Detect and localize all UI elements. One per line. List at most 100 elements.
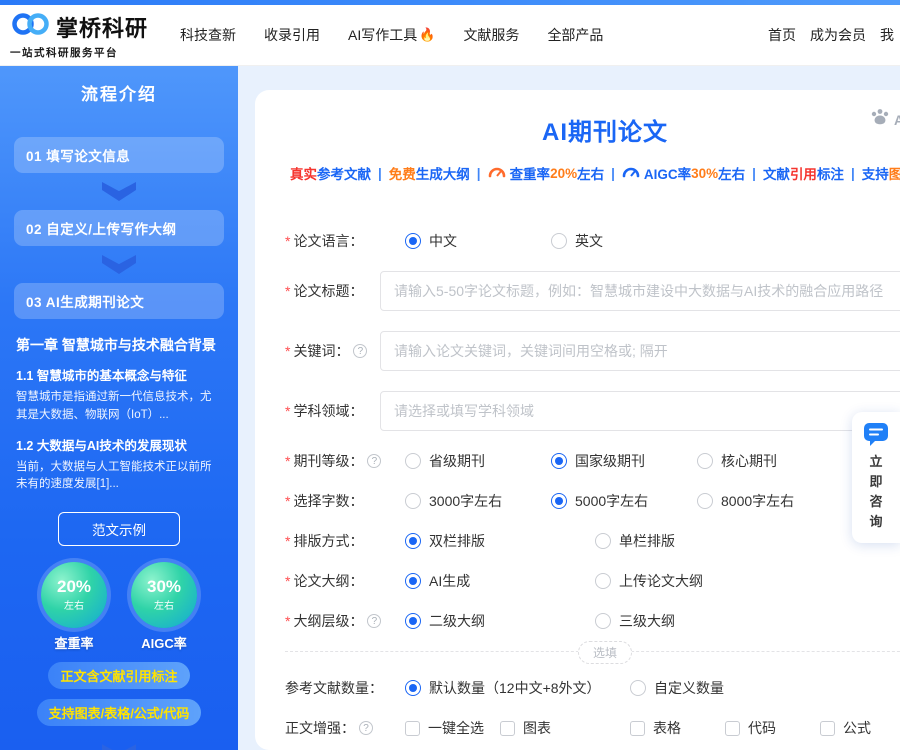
radio-journal-national[interactable]: 国家级期刊 bbox=[551, 451, 697, 471]
logo-icon bbox=[10, 11, 52, 42]
sidebar-title: 流程介绍 bbox=[14, 80, 224, 105]
form-row-references: 参考文献数量： 默认数量（12中文+8外文） 自定义数量 bbox=[285, 678, 900, 698]
radio-icon[interactable] bbox=[405, 493, 421, 509]
form-label-enhance: 正文增强： ? bbox=[285, 718, 380, 738]
checkbox-icon[interactable] bbox=[630, 721, 645, 736]
radio-words-3000[interactable]: 3000字左右 bbox=[405, 491, 551, 511]
form-row-journal-level: *期刊等级： ? 省级期刊 国家级期刊 核心期刊 bbox=[285, 451, 900, 471]
radio-icon[interactable] bbox=[405, 233, 421, 249]
radio-journal-provincial[interactable]: 省级期刊 bbox=[405, 451, 551, 471]
radio-icon[interactable] bbox=[405, 533, 421, 549]
consult-button[interactable]: 立即咨询 bbox=[852, 412, 900, 543]
badge-circle: 30% 左右 bbox=[131, 562, 197, 628]
optional-divider: 选填 bbox=[285, 651, 900, 652]
page-title: AI期刊论文 bbox=[255, 112, 900, 147]
radio-icon[interactable] bbox=[405, 453, 421, 469]
radio-icon[interactable] bbox=[405, 680, 421, 696]
radio-icon[interactable] bbox=[697, 493, 713, 509]
feature-pill-support: 支持图表/表格/公式/代码 bbox=[37, 699, 202, 726]
form-row-outline: *论文大纲： AI生成 上传论文大纲 bbox=[285, 571, 900, 591]
nav-item-literature-service[interactable]: 文献服务 bbox=[463, 25, 519, 45]
radio-language-chinese[interactable]: 中文 bbox=[405, 231, 551, 251]
sample-section-heading: 1.1 智慧城市的基本概念与特征 bbox=[16, 365, 222, 384]
arrow-down-icon bbox=[102, 255, 136, 274]
radio-icon[interactable] bbox=[595, 613, 611, 629]
radio-icon[interactable] bbox=[551, 453, 567, 469]
arrow-down-icon bbox=[102, 744, 136, 750]
checkbox-chart[interactable]: 图表 bbox=[500, 718, 630, 738]
paw-icon bbox=[870, 108, 890, 129]
nav-item-all-products[interactable]: 全部产品 bbox=[547, 25, 603, 45]
keywords-input[interactable] bbox=[380, 331, 900, 371]
sample-paper-button[interactable]: 范文示例 bbox=[58, 512, 180, 546]
radio-icon[interactable] bbox=[697, 453, 713, 469]
radio-journal-core[interactable]: 核心期刊 bbox=[697, 451, 777, 471]
help-icon[interactable]: ? bbox=[353, 344, 367, 358]
radio-outline-three-level[interactable]: 三级大纲 bbox=[595, 611, 675, 631]
form-label-word-count: *选择字数： bbox=[285, 491, 380, 511]
title-input[interactable] bbox=[380, 271, 900, 311]
checkbox-select-all[interactable]: 一键全选 bbox=[405, 718, 500, 738]
main-nav: 科技查新 收录引用 AI写作工具🔥 文献服务 全部产品 bbox=[180, 25, 603, 45]
header: 掌桥科研 一站式科研服务平台 科技查新 收录引用 AI写作工具🔥 文献服务 全部… bbox=[0, 5, 900, 66]
checkbox-code[interactable]: 代码 bbox=[725, 718, 820, 738]
radio-outline-two-level[interactable]: 二级大纲 bbox=[405, 611, 595, 631]
link-become-member[interactable]: 成为会员 bbox=[810, 25, 866, 45]
sample-chapter-title: 第一章 智慧城市与技术融合背景 bbox=[16, 335, 222, 355]
radio-icon[interactable] bbox=[405, 613, 421, 629]
radio-refs-default[interactable]: 默认数量（12中文+8外文） bbox=[405, 678, 630, 698]
checkbox-icon[interactable] bbox=[500, 721, 515, 736]
logo-subtitle: 一站式科研服务平台 bbox=[10, 45, 148, 60]
form-row-outline-level: *大纲层级： ? 二级大纲 三级大纲 bbox=[285, 611, 900, 631]
sample-section-text: 智慧城市是指通过新一代信息技术，尤其是大数据、物联网（IoT）... bbox=[16, 389, 222, 425]
feature-bar: 真实参考文献 | 免费生成大纲 | 查重率20%左右 | AIGC率30% 左右… bbox=[290, 163, 900, 183]
form-label-keywords: *关键词： ? bbox=[285, 341, 380, 361]
radio-language-english[interactable]: 英文 bbox=[551, 231, 603, 251]
header-right: 首页 成为会员 我 bbox=[768, 25, 894, 45]
consult-label: 立即咨询 bbox=[852, 452, 900, 533]
radio-icon[interactable] bbox=[551, 233, 567, 249]
watermark-name: AI工具集 bbox=[894, 109, 900, 129]
gauge-icon-aigc bbox=[622, 165, 640, 181]
flow-step-2: 02 自定义/上传写作大纲 bbox=[14, 210, 224, 246]
radio-outline-upload[interactable]: 上传论文大纲 bbox=[595, 571, 703, 591]
radio-icon[interactable] bbox=[630, 680, 646, 696]
paper-form: *论文语言： 中文 英文 *论文标题： bbox=[255, 231, 900, 738]
optional-tag: 选填 bbox=[578, 641, 632, 664]
form-row-enhance: 正文增强： ? 一键全选 图表 表格 bbox=[285, 718, 900, 738]
radio-layout-one-column[interactable]: 单栏排版 bbox=[595, 531, 675, 551]
checkbox-table[interactable]: 表格 bbox=[630, 718, 725, 738]
radio-icon[interactable] bbox=[595, 573, 611, 589]
main-card: ai-bot.cn AI工具集 AI期刊论文 真实参考文献 | 免费生成大纲 | bbox=[255, 90, 900, 750]
radio-outline-ai[interactable]: AI生成 bbox=[405, 571, 595, 591]
radio-words-5000[interactable]: 5000字左右 bbox=[551, 491, 697, 511]
nav-item-ai-writing[interactable]: AI写作工具🔥 bbox=[348, 25, 435, 45]
radio-refs-custom[interactable]: 自定义数量 bbox=[630, 678, 724, 698]
radio-icon[interactable] bbox=[405, 573, 421, 589]
sample-section-heading: 1.2 大数据与AI技术的发展现状 bbox=[16, 435, 222, 454]
form-label-outline-level: *大纲层级： ? bbox=[285, 611, 380, 631]
flow-step-3: 03 AI生成期刊论文 bbox=[14, 283, 224, 319]
form-row-keywords: *关键词： ? bbox=[285, 331, 900, 371]
radio-layout-two-column[interactable]: 双栏排版 bbox=[405, 531, 595, 551]
link-home[interactable]: 首页 bbox=[768, 25, 796, 45]
nav-item-citation[interactable]: 收录引用 bbox=[264, 25, 320, 45]
radio-words-8000[interactable]: 8000字左右 bbox=[697, 491, 794, 511]
checkbox-icon[interactable] bbox=[820, 721, 835, 736]
radio-icon[interactable] bbox=[551, 493, 567, 509]
form-label-subject: *学科领域： bbox=[285, 401, 380, 421]
help-icon[interactable]: ? bbox=[359, 721, 373, 735]
arrow-down-icon bbox=[102, 182, 136, 201]
checkbox-icon[interactable] bbox=[725, 721, 740, 736]
form-row-subject: *学科领域： bbox=[285, 391, 900, 431]
help-icon[interactable]: ? bbox=[367, 454, 381, 468]
logo[interactable]: 掌桥科研 一站式科研服务平台 bbox=[10, 11, 148, 60]
checkbox-formula[interactable]: 公式 bbox=[820, 718, 871, 738]
radio-icon[interactable] bbox=[595, 533, 611, 549]
link-my-account[interactable]: 我 bbox=[880, 25, 894, 45]
checkbox-icon[interactable] bbox=[405, 721, 420, 736]
nav-item-novelty-search[interactable]: 科技查新 bbox=[180, 25, 236, 45]
help-icon[interactable]: ? bbox=[367, 614, 381, 628]
subject-input[interactable] bbox=[380, 391, 900, 431]
feature-pill-citation: 正文含文献引用标注 bbox=[48, 662, 189, 689]
